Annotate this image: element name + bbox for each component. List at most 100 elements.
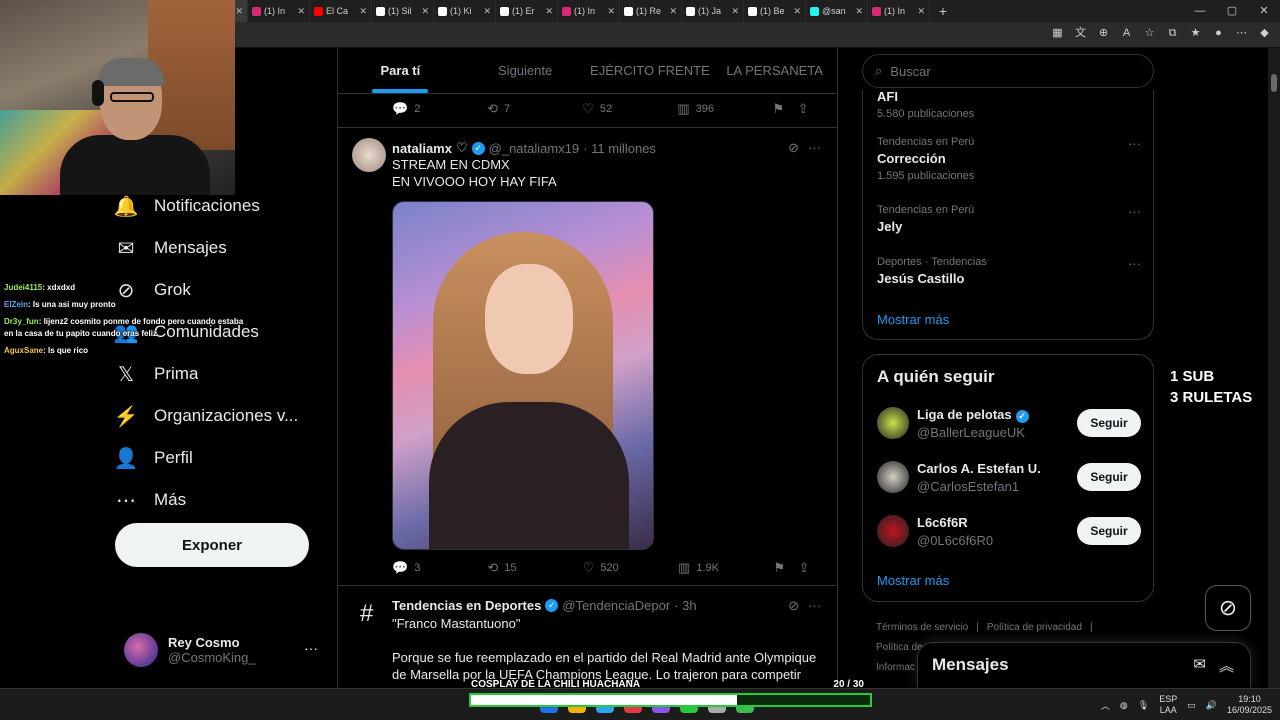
search-input[interactable]: ⌕ Buscar: [862, 54, 1154, 88]
bookmark-icon[interactable]: ⚑: [773, 560, 798, 576]
browser-tab[interactable]: (1) Sil ✕: [372, 0, 434, 22]
browser-tab[interactable]: (1) Re ✕: [620, 0, 682, 22]
tab-close-icon[interactable]: ✕: [731, 6, 739, 17]
post-author-handle[interactable]: @_nataliamx19: [489, 141, 580, 156]
tab-2[interactable]: Siguiente: [463, 48, 588, 93]
tab-close-icon[interactable]: ✕: [855, 6, 863, 17]
post-nataliamx[interactable]: nataliamx ♡ ✓ @_nataliamx19 · 11 millone…: [338, 128, 837, 586]
post-author-name[interactable]: Tendencias en Deportes: [392, 598, 541, 613]
more-icon[interactable]: ···: [304, 640, 318, 656]
tab-1[interactable]: Para tí: [338, 48, 463, 93]
sidebar-item-2[interactable]: ✉ Mensajes: [114, 227, 334, 269]
new-tab-button[interactable]: +: [930, 3, 956, 19]
repost-button[interactable]: ⟲ 7: [487, 101, 582, 117]
follow-button[interactable]: Seguir: [1077, 409, 1141, 437]
avatar[interactable]: [877, 515, 909, 547]
maximize-button[interactable]: ▢: [1216, 0, 1248, 22]
messages-drawer[interactable]: Mensajes ✉ ︽: [917, 642, 1251, 688]
footer-link[interactable]: Política de: [876, 642, 923, 653]
tab-3[interactable]: EJÉRCITO FRENTE: [588, 48, 713, 93]
read-aloud-icon[interactable]: A: [1119, 26, 1134, 41]
footer-link[interactable]: Informac: [876, 662, 915, 673]
footer-link[interactable]: Términos de servicio: [876, 622, 968, 633]
tab-close-icon[interactable]: ✕: [297, 6, 305, 17]
browser-tab[interactable]: @san ✕: [806, 0, 868, 22]
profile-icon[interactable]: ●: [1211, 26, 1226, 41]
tab-close-icon[interactable]: ✕: [359, 6, 367, 17]
new-message-icon[interactable]: ✉: [1193, 655, 1206, 673]
bookmark-icon[interactable]: ⚑: [773, 101, 798, 117]
trend-item[interactable]: AFI 5.580 publicaciones: [877, 86, 1141, 120]
browser-tab[interactable]: (1) In ✕: [248, 0, 310, 22]
tab-close-icon[interactable]: ✕: [483, 6, 491, 17]
show-more-link[interactable]: Mostrar más: [877, 573, 949, 588]
more-icon[interactable]: ···: [808, 598, 821, 613]
volume-icon[interactable]: 🔊: [1206, 700, 1217, 711]
browser-tab[interactable]: (1) In ✕: [868, 0, 930, 22]
favorites-icon[interactable]: ★: [1188, 26, 1203, 41]
grok-icon[interactable]: ⊘: [788, 598, 799, 614]
tab-close-icon[interactable]: ✕: [235, 6, 243, 17]
trend-item[interactable]: Deportes · Tendencias Jesús Castillo ···: [877, 256, 1141, 286]
grok-icon[interactable]: ⊘: [788, 140, 799, 156]
follow-button[interactable]: Seguir: [1077, 517, 1141, 545]
browser-tab[interactable]: El Ca ✕: [310, 0, 372, 22]
avatar[interactable]: [352, 138, 386, 172]
views-button[interactable]: ▥ 396: [677, 101, 772, 117]
more-icon[interactable]: ···: [1128, 136, 1141, 151]
browser-tab[interactable]: (1) Be ✕: [744, 0, 806, 22]
tab-close-icon[interactable]: ✕: [793, 6, 801, 17]
close-window-button[interactable]: ✕: [1248, 0, 1280, 22]
tab-4[interactable]: LA PERSANETA: [712, 48, 837, 93]
follow-suggestion[interactable]: Liga de pelotas ✓ @BallerLeagueUK Seguir: [877, 405, 1141, 441]
extensions-icon[interactable]: ⧉: [1165, 26, 1180, 41]
share-icon[interactable]: ⇪: [798, 101, 823, 117]
sidebar-item-7[interactable]: 👤 Perfil: [114, 437, 334, 479]
trend-item[interactable]: Tendencias en Perú Corrección 1.595 public…: [877, 136, 1141, 182]
more-icon[interactable]: ···: [808, 140, 821, 155]
avatar[interactable]: [877, 407, 909, 439]
like-button[interactable]: ♡ 520: [583, 560, 678, 576]
repost-button[interactable]: ⟲ 15: [487, 560, 582, 576]
tab-close-icon[interactable]: ✕: [545, 6, 553, 17]
app-icon[interactable]: ▦: [1050, 26, 1065, 41]
grok-fab-icon[interactable]: ⊘: [1205, 585, 1251, 631]
network-icon[interactable]: ◍: [1120, 700, 1128, 711]
sidebar-item-6[interactable]: ⚡ Organizaciones v...: [114, 395, 334, 437]
footer-link[interactable]: Política de privacidad: [987, 622, 1082, 633]
translate-icon[interactable]: 文: [1073, 26, 1088, 41]
post-author-name[interactable]: nataliamx: [392, 141, 452, 156]
follow-suggestion[interactable]: L6c6f6R @0L6c6f6R0 Seguir: [877, 513, 1141, 549]
like-button[interactable]: ♡ 52: [582, 101, 677, 117]
share-icon[interactable]: ⇪: [799, 560, 824, 576]
language-indicator[interactable]: ESP LAA: [1159, 694, 1177, 716]
zoom-icon[interactable]: ⊕: [1096, 26, 1111, 41]
browser-tab[interactable]: (1) In ✕: [558, 0, 620, 22]
follow-button[interactable]: Seguir: [1077, 463, 1141, 491]
sidebar-item-8[interactable]: ⋯ Más: [114, 479, 334, 521]
expand-icon[interactable]: ︽: [1219, 655, 1234, 676]
browser-tab[interactable]: (1) Ja ✕: [682, 0, 744, 22]
reply-button[interactable]: 💬 2: [392, 101, 487, 117]
tab-close-icon[interactable]: ✕: [421, 6, 429, 17]
more-icon[interactable]: ···: [1128, 256, 1141, 271]
favorite-star-icon[interactable]: ☆: [1142, 26, 1157, 41]
tab-close-icon[interactable]: ✕: [669, 6, 677, 17]
post-media-image[interactable]: [392, 201, 654, 550]
browser-tab[interactable]: (1) Ki ✕: [434, 0, 496, 22]
avatar[interactable]: [877, 461, 909, 493]
display-icon[interactable]: ▭: [1187, 700, 1196, 711]
reply-button[interactable]: 💬 3: [392, 560, 487, 576]
views-button[interactable]: ▥ 1.9K: [678, 560, 773, 576]
show-more-link[interactable]: Mostrar más: [877, 312, 949, 327]
menu-icon[interactable]: ⋯: [1234, 26, 1249, 41]
trend-item[interactable]: Tendencias en Perú Jely ···: [877, 204, 1141, 234]
more-icon[interactable]: ···: [1128, 204, 1141, 219]
copilot-icon[interactable]: ◆: [1257, 26, 1272, 41]
clock[interactable]: 19:10 16/09/2025: [1227, 694, 1272, 716]
follow-suggestion[interactable]: Carlos A. Estefan U. @CarlosEstefan1 Segui…: [877, 459, 1141, 495]
tab-close-icon[interactable]: ✕: [607, 6, 615, 17]
account-switcher[interactable]: Rey Cosmo @CosmoKing_ ···: [124, 630, 324, 670]
chevron-up-icon[interactable]: ︿: [1101, 699, 1110, 712]
scrollbar-thumb[interactable]: [1271, 74, 1277, 92]
